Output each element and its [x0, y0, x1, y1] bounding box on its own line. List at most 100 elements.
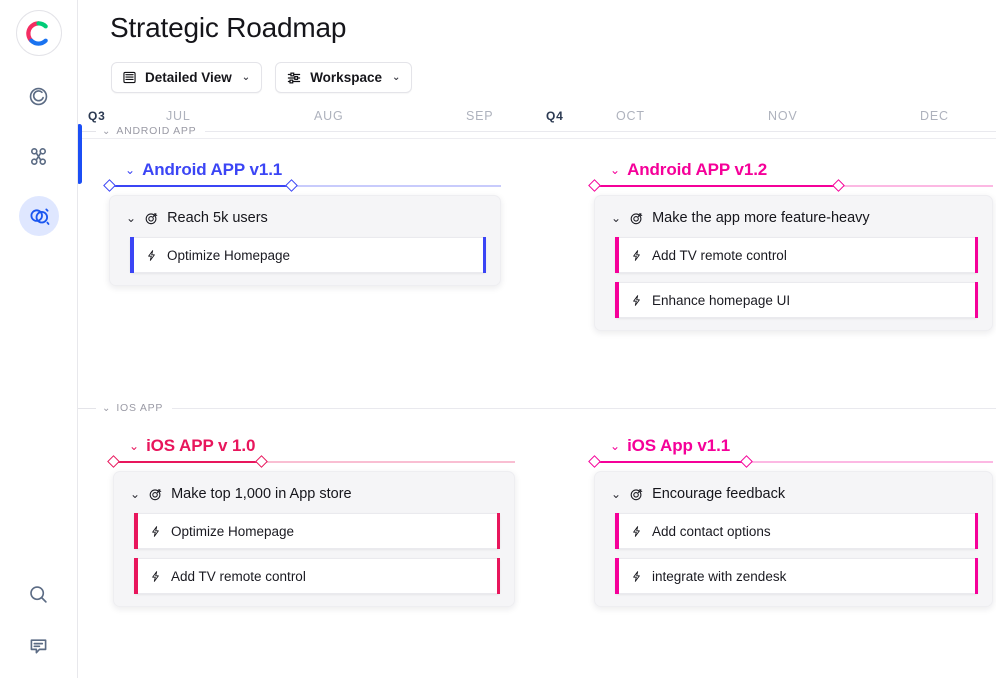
- chevron-down-icon[interactable]: ⌄: [130, 488, 140, 500]
- timeline-label-aug: AUG: [314, 109, 344, 123]
- objective-row[interactable]: ⌄ Encourage feedback: [605, 483, 982, 513]
- release-title: iOS App v1.1: [627, 436, 731, 455]
- task-label: Enhance homepage UI: [652, 292, 791, 308]
- lane-dash-right: [172, 407, 996, 409]
- task-row[interactable]: Enhance homepage UI: [615, 282, 978, 318]
- task-edge-left: [615, 282, 619, 318]
- release-bar-faint: [291, 185, 501, 187]
- chevron-down-icon[interactable]: ⌄: [126, 212, 136, 224]
- release-bar-faint: [746, 461, 993, 463]
- task-row[interactable]: Add TV remote control: [134, 558, 500, 594]
- milestone-start-diamond[interactable]: [588, 179, 601, 192]
- chevron-down-icon[interactable]: ⌄: [129, 440, 139, 452]
- release-card: ⌄ Make top 1,000 in App store Optimize Hom…: [113, 471, 515, 607]
- task-label: Add TV remote control: [652, 247, 787, 263]
- release-title: Android APP v1.1: [142, 160, 283, 179]
- bolt-icon: [149, 525, 162, 538]
- target-icon: [148, 487, 163, 502]
- task-label: Optimize Homepage: [167, 247, 291, 263]
- release-bar-faint: [261, 461, 515, 463]
- chevron-down-icon[interactable]: ⌄: [102, 403, 110, 414]
- detailed-view-button[interactable]: Detailed View ⌄: [111, 62, 263, 93]
- task-label: Optimize Homepage: [171, 523, 295, 539]
- task-edge-left: [615, 237, 619, 273]
- milestone-start-diamond[interactable]: [107, 455, 120, 468]
- target-icon: [629, 487, 644, 502]
- task-edge-right: [974, 558, 978, 594]
- objective-row[interactable]: ⌄ Make top 1,000 in App store: [124, 483, 504, 513]
- timeline-label-nov: NOV: [768, 109, 798, 123]
- bolt-icon: [145, 249, 158, 262]
- release-bar-faint: [838, 185, 993, 187]
- main-content: Strategic Roadmap Detailed View ⌄ Worksp…: [78, 0, 996, 678]
- objective-title: Make top 1,000 in App store: [171, 486, 352, 502]
- chevron-down-icon[interactable]: ⌄: [611, 212, 621, 224]
- release-title-row[interactable]: ⌄ Android APP v1.2: [594, 159, 993, 181]
- layout-icon: [122, 70, 137, 85]
- chevron-down-icon[interactable]: ⌄: [611, 488, 621, 500]
- release-timeline-bar[interactable]: [103, 179, 501, 192]
- objective-row[interactable]: ⌄ Make the app more feature-heavy: [605, 207, 982, 237]
- release-bar-solid: [594, 185, 838, 187]
- chevron-down-icon: ⌄: [391, 72, 401, 83]
- release-card: ⌄ Reach 5k users Optimize Homepage: [109, 195, 501, 286]
- chevron-down-icon[interactable]: ⌄: [610, 440, 620, 452]
- timeline-label-jul: JUL: [166, 109, 191, 123]
- milestone-start-diamond[interactable]: [588, 455, 601, 468]
- chevron-down-icon[interactable]: ⌄: [125, 164, 135, 176]
- bolt-icon: [630, 570, 643, 583]
- milestone-end-diamond[interactable]: [832, 179, 845, 192]
- sidebar-bottom-group: Search Comments: [0, 574, 77, 666]
- sidebar-item-home[interactable]: Home: [19, 76, 59, 116]
- task-row[interactable]: integrate with zendesk: [615, 558, 978, 594]
- task-row[interactable]: Optimize Homepage: [134, 513, 500, 549]
- sidebar-item-spaces[interactable]: Spaces: [19, 136, 59, 176]
- release-title-row[interactable]: ⌄ iOS APP v 1.0: [113, 435, 515, 457]
- task-edge-right: [974, 282, 978, 318]
- release-timeline-bar[interactable]: [107, 455, 515, 468]
- task-row[interactable]: Add contact options: [615, 513, 978, 549]
- bolt-icon: [630, 294, 643, 307]
- task-row[interactable]: Add TV remote control: [615, 237, 978, 273]
- timeline-label-dec: DEC: [920, 109, 949, 123]
- task-label: integrate with zendesk: [652, 568, 787, 584]
- comments-icon[interactable]: Comments: [19, 626, 59, 666]
- timeline-label-q4: Q4: [546, 109, 564, 123]
- release-bar-solid: [109, 185, 291, 187]
- workspace-button[interactable]: Workspace ⌄: [275, 62, 413, 93]
- timeline-label-sep: SEP: [466, 109, 494, 123]
- release-card: ⌄ Make the app more feature-heavy Add TV r…: [594, 195, 993, 331]
- workspace-label: Workspace: [310, 70, 382, 85]
- release-group-android-app-v1-1: ⌄ Android APP v1.1 ⌄ Reach 5k users Optimize…: [103, 159, 501, 286]
- search-icon[interactable]: Search: [19, 574, 59, 614]
- timeline-label-q3: Q3: [88, 109, 106, 123]
- chevron-down-icon[interactable]: ⌄: [102, 126, 110, 137]
- clickup-logo[interactable]: [15, 10, 62, 56]
- bolt-icon: [630, 525, 643, 538]
- release-timeline-bar[interactable]: [588, 455, 993, 468]
- sidebar-item-roadmap[interactable]: Roadmap: [18, 196, 59, 236]
- release-title-row[interactable]: ⌄ iOS App v1.1: [594, 435, 993, 457]
- task-row[interactable]: Optimize Homepage: [130, 237, 486, 273]
- release-bar-solid: [113, 461, 261, 463]
- milestone-end-diamond[interactable]: [285, 179, 298, 192]
- objective-title: Encourage feedback: [652, 486, 786, 502]
- release-timeline-bar[interactable]: [588, 179, 993, 192]
- task-edge-right: [482, 237, 486, 273]
- lane-dash-right: [205, 130, 996, 132]
- release-group-ios-app-v1-1: ⌄ iOS App v1.1 ⌄ Encourage feedback Add cont…: [588, 435, 993, 607]
- release-title-row[interactable]: ⌄ Android APP v1.1: [109, 159, 501, 181]
- milestone-end-diamond[interactable]: [255, 455, 268, 468]
- target-icon: [629, 211, 644, 226]
- chevron-down-icon[interactable]: ⌄: [610, 164, 620, 176]
- milestone-start-diamond[interactable]: [103, 179, 116, 192]
- swimlane-ios-app[interactable]: ⌄ IOS APP: [78, 401, 996, 415]
- swimlane-android-app[interactable]: ⌄ ANDROID APP: [78, 124, 996, 138]
- task-edge-right: [496, 513, 500, 549]
- milestone-end-diamond[interactable]: [740, 455, 753, 468]
- app-root: Home Spaces Roadmap: [0, 0, 996, 678]
- objective-title: Reach 5k users: [167, 210, 268, 226]
- objective-row[interactable]: ⌄ Reach 5k users: [120, 207, 490, 237]
- task-edge-left: [615, 513, 619, 549]
- lane-dash-left: [78, 407, 96, 409]
